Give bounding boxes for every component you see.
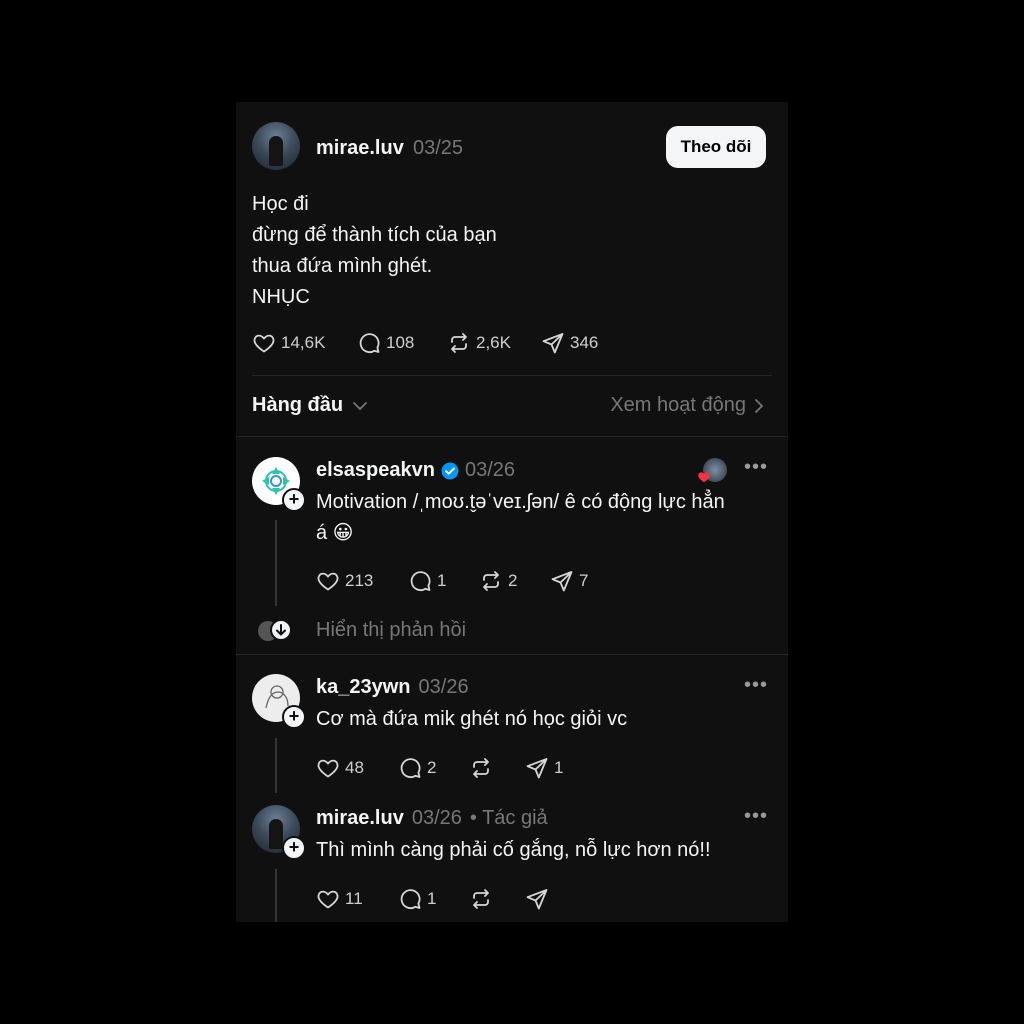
thread-line bbox=[275, 738, 277, 793]
reply-header: elsaspeakvn 03/26 bbox=[316, 459, 515, 482]
chevron-right-icon bbox=[755, 398, 764, 413]
post-author-avatar[interactable] bbox=[252, 122, 300, 170]
reply-like-button[interactable]: 11 bbox=[316, 887, 363, 911]
reply-text: Cơ mà đứa mik ghét nó học giỏi vc bbox=[316, 704, 627, 735]
comment-icon bbox=[398, 756, 422, 780]
reply-text: Motivation /ˌmoʊ.t̬əˈveɪ.ʃən/ ê có động … bbox=[316, 487, 725, 549]
thread-card: mirae.luv 03/25 Theo dõi Học đi đừng để … bbox=[236, 102, 788, 922]
repost-icon bbox=[479, 569, 503, 593]
more-options-icon[interactable]: ••• bbox=[744, 456, 768, 479]
reply-like-count: 213 bbox=[345, 571, 374, 590]
reply-username[interactable]: ka_23ywn bbox=[316, 676, 411, 699]
sort-label: Hàng đầu bbox=[252, 394, 344, 416]
post-line: thua đứa mình ghét. bbox=[252, 255, 433, 277]
comment-icon bbox=[408, 569, 432, 593]
reply-repost-button[interactable]: 2 bbox=[479, 569, 517, 593]
author-tag: • Tác giả bbox=[469, 807, 548, 829]
more-options-icon[interactable]: ••• bbox=[744, 674, 768, 697]
reply-like-button[interactable]: 48 bbox=[316, 756, 364, 780]
reply-share-button[interactable]: 7 bbox=[550, 569, 588, 593]
post-repost-button[interactable]: 2,6K bbox=[447, 331, 511, 355]
post-date: 03/25 bbox=[413, 137, 464, 159]
repost-icon bbox=[469, 887, 493, 911]
view-activity-label: Xem hoạt động bbox=[610, 394, 746, 416]
reply-like-button[interactable]: 213 bbox=[316, 569, 373, 593]
reply-repost-button[interactable] bbox=[469, 756, 493, 780]
post-author-username[interactable]: mirae.luv bbox=[316, 137, 404, 160]
divider bbox=[236, 436, 788, 437]
reply-comment-count: 1 bbox=[437, 571, 447, 590]
share-icon bbox=[550, 569, 574, 593]
view-activity-link[interactable]: Xem hoạt động bbox=[610, 394, 766, 417]
follow-plus-icon[interactable]: + bbox=[282, 836, 306, 860]
post-repost-count: 2,6K bbox=[476, 333, 511, 352]
reply-share-button[interactable]: 1 bbox=[525, 756, 563, 780]
thread-line bbox=[275, 869, 277, 922]
reply-share-count: 7 bbox=[579, 571, 589, 590]
reply-username[interactable]: mirae.luv bbox=[316, 807, 404, 830]
reply-share-button[interactable] bbox=[525, 887, 549, 911]
reply-line: Motivation /ˌmoʊ.t̬əˈveɪ.ʃən/ ê có động … bbox=[316, 491, 725, 513]
show-replies-avatars[interactable] bbox=[258, 618, 298, 642]
reply-text: Thì mình càng phải cố gắng, nỗ lực hơn n… bbox=[316, 835, 711, 866]
reply-date: 03/26 bbox=[418, 676, 469, 698]
reply-repost-button[interactable] bbox=[469, 887, 493, 911]
post-text: Học đi đừng để thành tích của bạn thua đ… bbox=[252, 189, 497, 313]
share-icon bbox=[525, 756, 549, 780]
reply-repost-count: 2 bbox=[508, 571, 518, 590]
post-line: Học đi bbox=[252, 193, 309, 215]
reply-date: 03/26 bbox=[464, 459, 516, 481]
reply-line: Cơ mà đứa mik ghét nó học giỏi vc bbox=[316, 708, 628, 730]
post-like-button[interactable]: 14,6K bbox=[252, 331, 325, 355]
repost-icon bbox=[447, 331, 471, 355]
divider bbox=[236, 654, 788, 655]
post-share-count: 346 bbox=[570, 333, 599, 352]
thread-line bbox=[275, 520, 277, 606]
sort-dropdown[interactable]: Hàng đầu bbox=[252, 394, 369, 417]
comment-icon bbox=[398, 887, 422, 911]
chevron-down-icon bbox=[353, 401, 368, 410]
more-options-icon[interactable]: ••• bbox=[744, 805, 768, 828]
share-icon bbox=[541, 331, 565, 355]
post-line: NHỤC bbox=[252, 286, 310, 308]
divider bbox=[252, 375, 772, 376]
reply-date: 03/26 bbox=[411, 807, 462, 829]
reply-header: mirae.luv 03/26 • Tác giả bbox=[316, 807, 548, 830]
follow-button[interactable]: Theo dõi bbox=[666, 126, 766, 168]
heart-icon bbox=[316, 756, 340, 780]
post-like-count: 14,6K bbox=[281, 333, 326, 352]
heart-icon bbox=[316, 569, 340, 593]
arrow-down-icon bbox=[276, 624, 286, 636]
reply-comment-count: 1 bbox=[427, 889, 437, 908]
reply-username[interactable]: elsaspeakvn bbox=[316, 459, 435, 482]
reply-like-count: 48 bbox=[345, 758, 364, 777]
post-line: đừng để thành tích của bạn bbox=[252, 224, 497, 246]
repost-icon bbox=[469, 756, 493, 780]
reply-comment-count: 2 bbox=[427, 758, 437, 777]
reply-share-count: 1 bbox=[554, 758, 564, 777]
reply-line: á 😀 bbox=[316, 522, 354, 544]
reply-like-count: 11 bbox=[345, 889, 363, 908]
show-replies-link[interactable]: Hiển thị phản hồi bbox=[316, 619, 466, 642]
heart-icon bbox=[316, 887, 340, 911]
follow-plus-icon[interactable]: + bbox=[282, 705, 306, 729]
heart-filled-icon bbox=[698, 472, 710, 483]
verified-badge-icon bbox=[441, 462, 459, 479]
reply-comment-button[interactable]: 1 bbox=[398, 887, 436, 911]
post-comment-button[interactable]: 108 bbox=[357, 331, 414, 355]
comment-icon bbox=[357, 331, 381, 355]
reply-comment-button[interactable]: 1 bbox=[408, 569, 446, 593]
reply-line: Thì mình càng phải cố gắng, nỗ lực hơn n… bbox=[316, 839, 711, 861]
share-icon bbox=[525, 887, 549, 911]
heart-icon bbox=[252, 331, 276, 355]
reply-comment-button[interactable]: 2 bbox=[398, 756, 436, 780]
reply-header: ka_23ywn 03/26 bbox=[316, 676, 469, 699]
post-share-button[interactable]: 346 bbox=[541, 331, 598, 355]
follow-plus-icon[interactable]: + bbox=[282, 488, 306, 512]
post-comment-count: 108 bbox=[386, 333, 415, 352]
